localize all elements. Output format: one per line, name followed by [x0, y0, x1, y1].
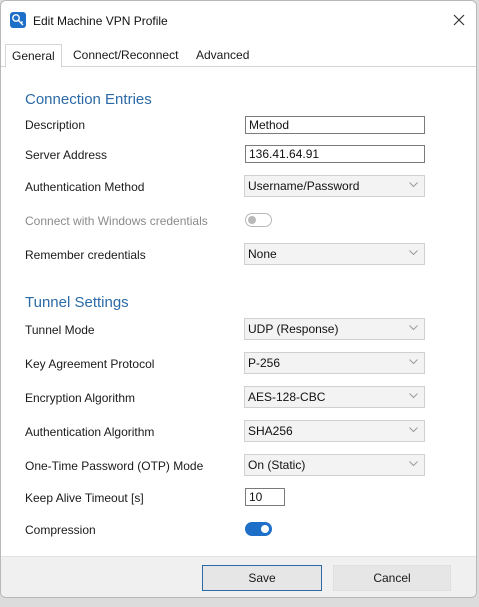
encryption-algorithm-value: AES-128-CBC [248, 390, 326, 404]
chevron-down-icon [409, 359, 418, 365]
general-panel: Connection Entries Description Method Se… [1, 68, 476, 556]
tunnel-settings-heading: Tunnel Settings [25, 294, 129, 311]
description-label: Description [25, 118, 86, 132]
compression-label: Compression [25, 523, 96, 537]
connection-entries-heading: Connection Entries [25, 91, 152, 108]
tunnel-mode-select[interactable]: UDP (Response) [244, 318, 425, 340]
save-button[interactable]: Save [202, 565, 322, 591]
otp-mode-value: On (Static) [248, 458, 306, 472]
dialog-window: Edit Machine VPN Profile General Connect… [0, 0, 477, 598]
keep-alive-field[interactable]: 10 [245, 488, 285, 506]
chevron-down-icon [409, 182, 418, 188]
server-address-field[interactable]: 136.41.64.91 [245, 145, 425, 163]
title-bar: Edit Machine VPN Profile [1, 1, 476, 41]
remember-credentials-select[interactable]: None [244, 243, 425, 265]
windows-credentials-toggle[interactable] [245, 213, 272, 227]
remember-credentials-value: None [248, 247, 277, 261]
otp-mode-select[interactable]: On (Static) [244, 454, 425, 476]
tab-connect-reconnect[interactable]: Connect/Reconnect [67, 44, 184, 67]
tab-general[interactable]: General [5, 44, 62, 68]
cancel-button[interactable]: Cancel [333, 565, 451, 591]
encryption-algorithm-select[interactable]: AES-128-CBC [244, 386, 425, 408]
key-agreement-select[interactable]: P-256 [244, 352, 425, 374]
key-agreement-label: Key Agreement Protocol [25, 357, 155, 371]
toggle-knob [261, 525, 269, 533]
vpn-profile-icon [10, 12, 26, 28]
keep-alive-label: Keep Alive Timeout [s] [25, 491, 144, 505]
tunnel-mode-value: UDP (Response) [248, 322, 339, 336]
authentication-method-value: Username/Password [248, 179, 360, 193]
authentication-algorithm-label: Authentication Algorithm [25, 425, 155, 439]
close-icon [453, 14, 465, 26]
tunnel-mode-label: Tunnel Mode [25, 323, 95, 337]
close-button[interactable] [442, 5, 476, 35]
tab-advanced[interactable]: Advanced [190, 44, 255, 67]
server-address-label: Server Address [25, 148, 108, 162]
windows-credentials-label: Connect with Windows credentials [25, 214, 208, 228]
chevron-down-icon [409, 427, 418, 433]
window-title: Edit Machine VPN Profile [33, 14, 168, 28]
authentication-algorithm-select[interactable]: SHA256 [244, 420, 425, 442]
dialog-footer: Save Cancel [1, 556, 476, 597]
authentication-method-label: Authentication Method [25, 180, 145, 194]
authentication-method-select[interactable]: Username/Password [244, 175, 425, 197]
tab-strip: General Connect/Reconnect Advanced [1, 44, 476, 68]
description-field[interactable]: Method [245, 116, 425, 134]
remember-credentials-label: Remember credentials [25, 248, 146, 262]
toggle-knob [248, 216, 256, 224]
chevron-down-icon [409, 250, 418, 256]
authentication-algorithm-value: SHA256 [248, 424, 293, 438]
encryption-algorithm-label: Encryption Algorithm [25, 391, 136, 405]
key-agreement-value: P-256 [248, 356, 281, 370]
chevron-down-icon [409, 325, 418, 331]
chevron-down-icon [409, 393, 418, 399]
compression-toggle[interactable] [245, 522, 272, 536]
otp-mode-label: One-Time Password (OTP) Mode [25, 459, 204, 473]
chevron-down-icon [409, 461, 418, 467]
